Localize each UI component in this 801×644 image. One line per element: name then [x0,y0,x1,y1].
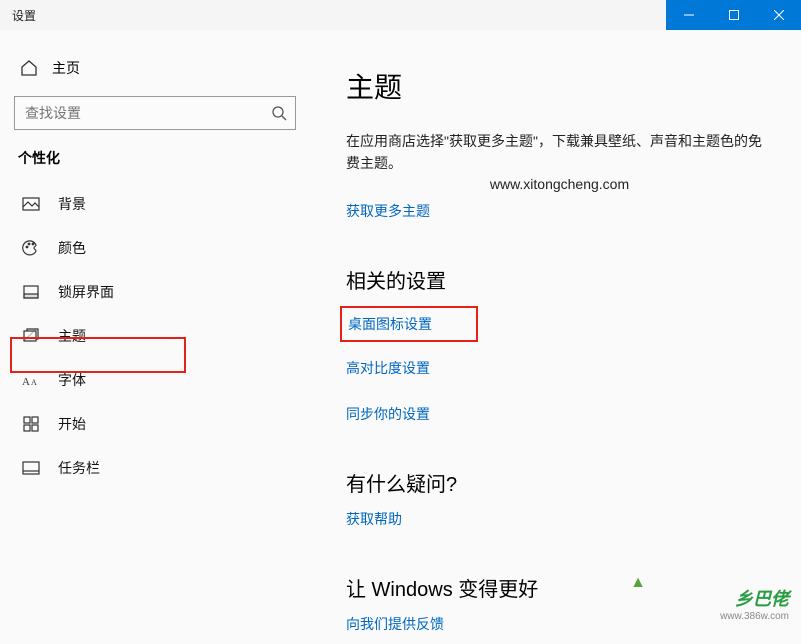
main-content: 主题 在应用商店选择"获取更多主题"，下载兼具壁纸、声音和主题色的免费主题。 w… [310,30,801,630]
sidebar-item-label: 任务栏 [58,458,100,478]
sidebar-item-start[interactable]: 开始 [14,402,296,446]
sidebar: 主页 个性化 背景 颜色 锁屏界面 [0,30,310,630]
sidebar-item-label: 字体 [58,370,86,390]
lockscreen-icon [22,283,40,301]
window-title: 设置 [0,7,36,24]
minimize-button[interactable] [666,0,711,30]
start-icon [22,415,40,433]
window-controls [666,0,801,30]
sidebar-item-colors[interactable]: 颜色 [14,226,296,270]
sidebar-item-lockscreen[interactable]: 锁屏界面 [14,270,296,314]
close-button[interactable] [756,0,801,30]
maximize-button[interactable] [711,0,756,30]
picture-icon [22,195,40,213]
sidebar-item-label: 颜色 [58,238,86,258]
sidebar-item-background[interactable]: 背景 [14,182,296,226]
watermark-url: www.xitongcheng.com [346,173,773,195]
sidebar-section-title: 个性化 [18,148,296,168]
feedback-heading: 让 Windows 变得更好 [346,573,773,602]
home-link[interactable]: 主页 [14,50,296,86]
sidebar-item-themes[interactable]: 主题 [14,314,296,358]
high-contrast-link[interactable]: 高对比度设置 [346,358,430,378]
search-icon [271,105,287,121]
get-more-themes-link[interactable]: 获取更多主题 [346,201,430,221]
search-box[interactable] [14,96,296,130]
close-icon [774,10,784,20]
sidebar-item-label: 主题 [58,326,86,346]
theme-icon [22,327,40,345]
taskbar-icon [22,459,40,477]
maximize-icon [729,10,739,20]
svg-text:A: A [22,376,30,388]
sync-settings-link[interactable]: 同步你的设置 [346,404,430,424]
feedback-link[interactable]: 向我们提供反馈 [346,614,444,634]
palette-icon [22,239,40,257]
titlebar: 设置 [0,0,801,30]
related-heading: 相关的设置 [346,265,773,294]
get-help-link[interactable]: 获取帮助 [346,509,402,529]
page-title: 主题 [346,66,773,106]
sidebar-item-fonts[interactable]: AA 字体 [14,358,296,402]
sidebar-item-taskbar[interactable]: 任务栏 [14,446,296,490]
help-heading: 有什么疑问? [346,468,773,497]
home-icon [20,59,38,77]
sidebar-item-label: 背景 [58,194,86,214]
search-input[interactable] [25,105,271,121]
svg-text:A: A [31,378,37,387]
font-icon: AA [22,371,40,389]
sidebar-item-label: 开始 [58,414,86,434]
desktop-icon-settings-link[interactable]: 桌面图标设置 [348,314,432,334]
highlight-box-link: 桌面图标设置 [340,306,478,342]
home-label: 主页 [52,58,80,78]
minimize-icon [684,10,694,20]
sidebar-item-label: 锁屏界面 [58,282,114,302]
page-description: 在应用商店选择"获取更多主题"，下载兼具壁纸、声音和主题色的免费主题。 www.… [346,130,773,195]
